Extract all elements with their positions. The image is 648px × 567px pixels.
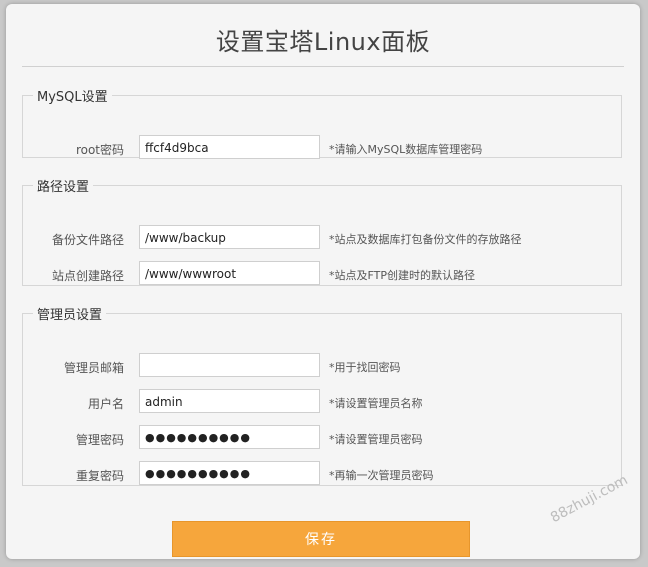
backup-path-hint: *站点及数据库打包备份文件的存放路径 [329,233,522,246]
username-input[interactable]: admin [139,389,320,413]
root-password-label: root密码 [75,143,124,157]
repeat-password-label: 重复密码 [75,469,124,483]
save-button[interactable]: 保存 [172,521,470,557]
backup-path-row: 备份文件路径 /www/backup *站点及数据库打包备份文件的存放路径 [23,225,621,251]
admin-email-hint: *用于找回密码 [329,361,401,374]
username-label: 用户名 [87,397,124,411]
site-path-input[interactable]: /www/wwwroot [139,261,320,285]
username-hint: *请设置管理员名称 [329,397,423,410]
backup-path-label: 备份文件路径 [51,233,124,247]
site-path-label: 站点创建路径 [51,269,124,283]
admin-password-label: 管理密码 [75,433,124,447]
site-path-row: 站点创建路径 /www/wwwroot *站点及FTP创建时的默认路径 [23,261,621,287]
mysql-settings-group: MySQL设置 root密码 ffcf4d9bca *请输入MySQL数据库管理… [22,86,622,161]
mysql-settings-legend: MySQL设置 [37,90,108,105]
root-password-hint: *请输入MySQL数据库管理密码 [329,143,483,156]
site-path-hint: *站点及FTP创建时的默认路径 [329,269,475,282]
admin-settings-group: 管理员设置 管理员邮箱 *用于找回密码 用户名 admin *请设置管理员名称 … [22,304,622,486]
admin-password-input[interactable]: ●●●●●●●●●● [139,425,320,449]
page-title: 设置宝塔Linux面板 [215,28,431,56]
admin-password-hint: *请设置管理员密码 [329,433,423,446]
root-password-input[interactable]: ffcf4d9bca [139,135,320,159]
admin-email-label: 管理员邮箱 [63,361,124,375]
repeat-password-hint: *再输一次管理员密码 [329,469,434,482]
admin-password-row: 管理密码 ●●●●●●●●●● *请设置管理员密码 [23,425,621,451]
path-settings-legend: 路径设置 [37,180,90,195]
backup-path-input[interactable]: /www/backup [139,225,320,249]
admin-settings-legend: 管理员设置 [37,308,103,323]
path-settings-group: 路径设置 备份文件路径 /www/backup *站点及数据库打包备份文件的存放… [22,176,622,286]
admin-email-input[interactable] [139,353,320,377]
username-row: 用户名 admin *请设置管理员名称 [23,389,621,415]
title-divider [22,66,624,67]
setup-panel: 设置宝塔Linux面板 MySQL设置 root密码 ffcf4d9bca *请… [6,4,640,559]
admin-email-row: 管理员邮箱 *用于找回密码 [23,353,621,379]
repeat-password-row: 重复密码 ●●●●●●●●●● *再输一次管理员密码 [23,461,621,487]
repeat-password-input[interactable]: ●●●●●●●●●● [139,461,320,485]
root-password-row: root密码 ffcf4d9bca *请输入MySQL数据库管理密码 [23,135,621,161]
